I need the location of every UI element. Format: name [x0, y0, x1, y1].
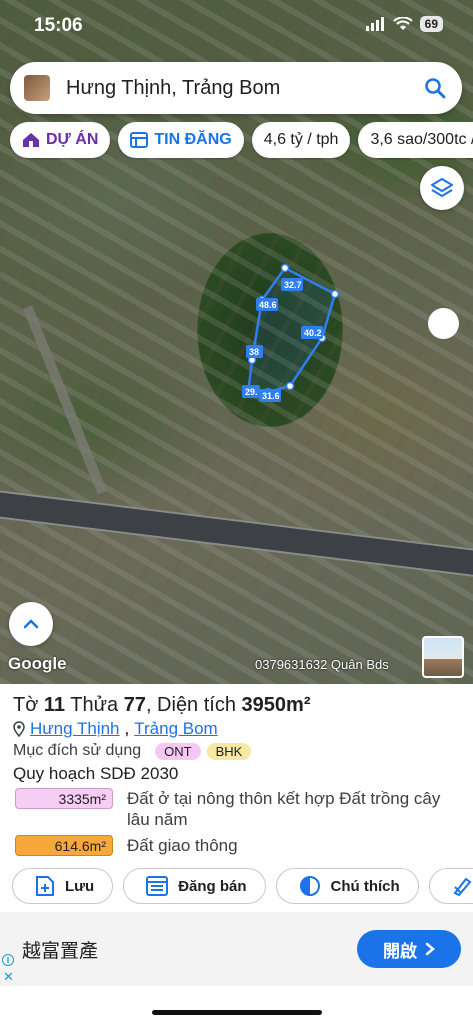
listing-icon — [130, 132, 149, 148]
legend-icon — [299, 876, 320, 896]
google-logo: Google — [8, 654, 67, 673]
search-query[interactable]: Hưng Thịnh, Trảng Bom — [66, 77, 424, 100]
post-sale-icon — [146, 876, 169, 896]
action-label: Lưu — [65, 877, 95, 895]
title-sheet: 11 — [43, 694, 66, 716]
house-icon — [23, 133, 39, 147]
avatar[interactable] — [24, 75, 50, 101]
ad-text: 越富置產 — [22, 941, 99, 962]
edge-label-2: 48.6 — [259, 300, 277, 310]
edge-label-6: 31.6 — [262, 391, 280, 401]
action-label: Đăng bán — [178, 877, 247, 895]
zone-row-2: 614.6m² Đất giao thông — [15, 835, 447, 856]
location-pin-icon — [13, 721, 25, 737]
location-district-link[interactable]: Trảng Bom — [134, 719, 217, 739]
plan-label: Quy hoạch SDĐ 2030 — [13, 764, 179, 783]
chip-label: 3,6 sao/300tc / 1 — [370, 131, 473, 148]
edge-label-1: 32.7 — [284, 280, 302, 290]
zone-area-2: 614.6m² — [15, 835, 113, 856]
save-button[interactable]: Lưu — [12, 868, 114, 904]
zone-area-1: 3335m² — [15, 788, 113, 809]
map-watermark: 0379631632 Quân Bds — [255, 657, 389, 672]
chip-label: 4,6 tỷ / tph — [263, 131, 339, 148]
ad-close-icon[interactable]: ✕ — [3, 969, 14, 985]
expand-panel-button[interactable] — [9, 602, 53, 646]
title-area-prefix: , Diện tích — [145, 694, 236, 716]
search-bar[interactable]: Hưng Thịnh, Trảng Bom — [10, 62, 462, 114]
filter-chips: DỰ ÁN TIN ĐĂNG 4,6 tỷ / tph 3,6 sao/300t… — [10, 122, 473, 160]
zone-desc-2: Đất giao thông — [127, 836, 238, 855]
chevron-up-icon — [23, 619, 39, 629]
plot-info-panel: Tờ 11 Thửa 77, Diện tích 3950m² Hưng Thị… — [0, 684, 473, 912]
wifi-icon — [392, 17, 413, 30]
battery-icon: 69 — [419, 16, 443, 32]
action-bar: Lưu Đăng bán Chú thích Vẽ — [12, 868, 473, 904]
save-plus-icon — [36, 876, 54, 896]
layers-icon — [431, 178, 453, 197]
ad-open-button[interactable]: 開啟 — [357, 930, 461, 968]
draw-button[interactable]: Vẽ — [428, 868, 473, 904]
title-parcel: 77 — [123, 694, 146, 716]
draw-icon — [453, 877, 472, 897]
status-bar: 15:06 69 — [0, 0, 473, 52]
ad-banner[interactable]: 越富置產 開啟 i ✕ — [0, 912, 473, 986]
zone-desc-1: Đất ở tại nông thôn kết hợp Đất trồng câ… — [127, 789, 441, 829]
action-label: Chú thích — [330, 877, 400, 895]
plot-title: Tờ 11 Thửa 77, Diện tích 3950m² — [13, 694, 310, 717]
post-sale-button[interactable]: Đăng bán — [123, 868, 266, 904]
ad-button-label: 開啟 — [383, 941, 417, 961]
land-use-purpose: Mục đích sử dụng ONT BHK — [13, 742, 252, 760]
legend-button[interactable]: Chú thích — [275, 868, 419, 904]
zone-row-1: 3335m² Đất ở tại nông thôn kết hợp Đất t… — [15, 788, 447, 830]
street-view-thumbnail[interactable] — [422, 636, 464, 678]
chip-label: TIN ĐĂNG — [154, 131, 232, 148]
title-area: 3950m² — [241, 694, 311, 716]
chip-price[interactable]: 4,6 tỷ / tph — [251, 122, 351, 158]
chip-rating[interactable]: 3,6 sao/300tc / 1 — [358, 122, 473, 158]
signal-icon — [365, 17, 384, 31]
chip-du-an[interactable]: DỰ ÁN — [10, 122, 111, 158]
home-indicator — [152, 1010, 322, 1015]
purpose-tag-ont: ONT — [155, 742, 201, 760]
chevron-right-icon — [425, 942, 435, 956]
chip-label: DỰ ÁN — [46, 131, 99, 148]
map-control-dot[interactable] — [428, 308, 459, 339]
plot-location: Hưng Thịnh, Trảng Bom — [13, 719, 218, 739]
title-parcel-prefix: Thửa — [70, 694, 119, 716]
purpose-label: Mục đích sử dụng — [13, 742, 142, 759]
edge-label-5: 29. — [245, 387, 258, 397]
ad-info-icon[interactable]: i — [2, 954, 14, 966]
edge-label-3: 40.2 — [304, 328, 322, 338]
status-icons: 69 — [365, 16, 443, 32]
location-separator: , — [124, 719, 130, 738]
status-time: 15:06 — [34, 15, 83, 36]
chip-tin-dang[interactable]: TIN ĐĂNG — [118, 122, 244, 158]
search-icon[interactable] — [424, 77, 446, 99]
location-commune-link[interactable]: Hưng Thịnh — [30, 719, 120, 739]
title-sheet-prefix: Tờ — [13, 694, 39, 716]
edge-label-4: 38 — [249, 347, 259, 357]
purpose-tag-bhk: BHK — [206, 742, 252, 760]
layers-button[interactable] — [420, 166, 464, 210]
